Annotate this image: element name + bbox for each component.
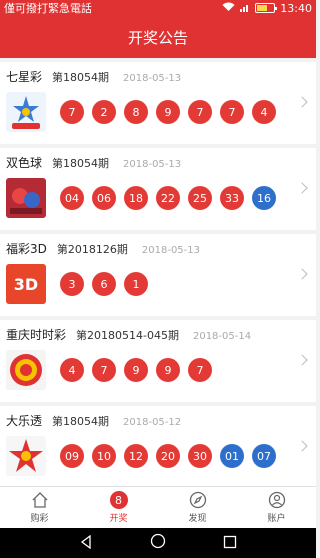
clock-time: 13:40	[280, 1, 312, 15]
lottery-card-ssq[interactable]: 双色球 第18054期 2018-05-13 04 06 18 22 25 33 16	[0, 148, 316, 230]
carrier-text: 僅可撥打緊急電話	[4, 2, 92, 15]
red-ball: 3	[60, 272, 84, 296]
tab-discover[interactable]: 发现	[158, 487, 237, 528]
wifi-icon	[222, 2, 235, 15]
blue-ball: 01	[220, 444, 244, 468]
battery-icon	[255, 3, 278, 13]
tab-label: 发现	[188, 514, 207, 524]
red-ball: 04	[60, 186, 84, 210]
red-ball: 20	[156, 444, 180, 468]
lottery-name: 双色球	[6, 156, 43, 170]
red-ball: 7	[220, 100, 244, 124]
lottery-name: 七星彩	[6, 70, 43, 84]
shuangseqiu-logo	[6, 178, 46, 218]
red-ball: 12	[124, 444, 148, 468]
red-ball: 4	[60, 358, 84, 382]
red-ball: 7	[188, 358, 212, 382]
chevron-right-icon	[296, 268, 308, 280]
red-ball: 4	[252, 100, 276, 124]
bottom-tab-bar: 购彩 8 开奖 发现 账户	[0, 486, 316, 528]
lottery-issue: 第18054期	[52, 71, 110, 84]
lottery-card-3d[interactable]: 福彩3D 第2018126期 2018-05-13 3D 361	[0, 234, 316, 316]
lottery-name: 大乐透	[6, 414, 43, 428]
lottery-issue: 第18054期	[52, 415, 110, 428]
tab-label: 购彩	[30, 514, 49, 524]
red-ball: 10	[92, 444, 116, 468]
lottery-issue: 第20180514-045期	[76, 329, 179, 342]
red-ball: 09	[60, 444, 84, 468]
lottery-name: 重庆时时彩	[6, 328, 67, 342]
red-ball: 2	[92, 100, 116, 124]
blue-ball: 07	[252, 444, 276, 468]
chevron-right-icon	[296, 96, 308, 108]
lottery-list: 七星彩 第18054期 2018-05-13 7289774 双色球 第1805…	[0, 62, 316, 492]
chevron-right-icon	[296, 354, 308, 366]
winning-numbers: 361	[60, 272, 148, 296]
chevron-right-icon	[296, 182, 308, 194]
lottery-card-cqssc[interactable]: 重庆时时彩 第20180514-045期 2018-05-14 47997	[0, 320, 316, 402]
red-ball: 7	[92, 358, 116, 382]
fucai3d-logo: 3D	[6, 264, 46, 304]
system-nav-bar	[0, 528, 316, 558]
red-ball: 06	[92, 186, 116, 210]
red-ball: 7	[188, 100, 212, 124]
lottery-card-qxc[interactable]: 七星彩 第18054期 2018-05-13 7289774	[0, 62, 316, 144]
lottery-date: 2018-05-12	[123, 417, 182, 428]
recent-apps-icon[interactable]	[223, 534, 237, 553]
lottery-date: 2018-05-13	[123, 159, 182, 170]
tab-purchase[interactable]: 购彩	[0, 487, 79, 528]
status-bar: 僅可撥打緊急電話 13:40	[0, 0, 316, 16]
back-icon[interactable]	[79, 534, 93, 553]
lottery-card-dlt[interactable]: 大乐透 第18054期 2018-05-12 09 10 12 20 30 01 07	[0, 406, 316, 488]
red-ball: 1	[124, 272, 148, 296]
red-ball: 8	[124, 100, 148, 124]
winning-numbers: 7289774	[60, 100, 276, 124]
logo-text: 3D	[13, 274, 39, 294]
winning-numbers: 04 06 18 22 25 33 16	[60, 186, 276, 210]
daletou-logo	[6, 436, 46, 476]
battery-fill	[257, 5, 268, 11]
red-ball: 33	[220, 186, 244, 210]
badge-icon: 8	[109, 491, 128, 509]
compass-icon	[189, 491, 207, 509]
red-ball: 22	[156, 186, 180, 210]
lottery-issue: 第2018126期	[56, 243, 128, 256]
red-ball: 18	[124, 186, 148, 210]
red-ball: 9	[156, 100, 180, 124]
blue-ball: 16	[252, 186, 276, 210]
chevron-right-icon	[296, 440, 308, 452]
app-screen: 僅可撥打緊急電話 13:40 开奖公告 七星彩 第18054期 2018-05-…	[0, 0, 316, 558]
home-icon	[31, 491, 49, 509]
user-icon	[268, 491, 286, 509]
status-icons: 13:40	[222, 2, 312, 15]
shishicai-logo	[6, 350, 46, 390]
red-ball: 9	[124, 358, 148, 382]
red-ball: 7	[60, 100, 84, 124]
tab-label: 开奖	[109, 514, 128, 524]
tab-results[interactable]: 8 开奖	[79, 487, 158, 528]
signal-icon	[240, 2, 250, 15]
winning-numbers: 47997	[60, 358, 212, 382]
red-ball: 30	[188, 444, 212, 468]
lottery-issue: 第18054期	[52, 157, 110, 170]
tab-label: 账户	[267, 514, 286, 524]
home-circle-icon[interactable]	[150, 533, 166, 553]
red-ball: 25	[188, 186, 212, 210]
lottery-date: 2018-05-13	[141, 245, 201, 256]
winning-numbers: 09 10 12 20 30 01 07	[60, 444, 276, 468]
page-title: 开奖公告	[127, 28, 188, 47]
tab-account[interactable]: 账户	[237, 487, 316, 528]
red-ball: 6	[92, 272, 116, 296]
red-ball: 9	[156, 358, 180, 382]
lottery-date: 2018-05-14	[192, 331, 252, 342]
lottery-date: 2018-05-13	[123, 73, 182, 84]
page-header: 开奖公告	[0, 16, 316, 58]
lottery-name: 福彩3D	[6, 242, 47, 256]
qixingcai-logo	[6, 92, 46, 132]
